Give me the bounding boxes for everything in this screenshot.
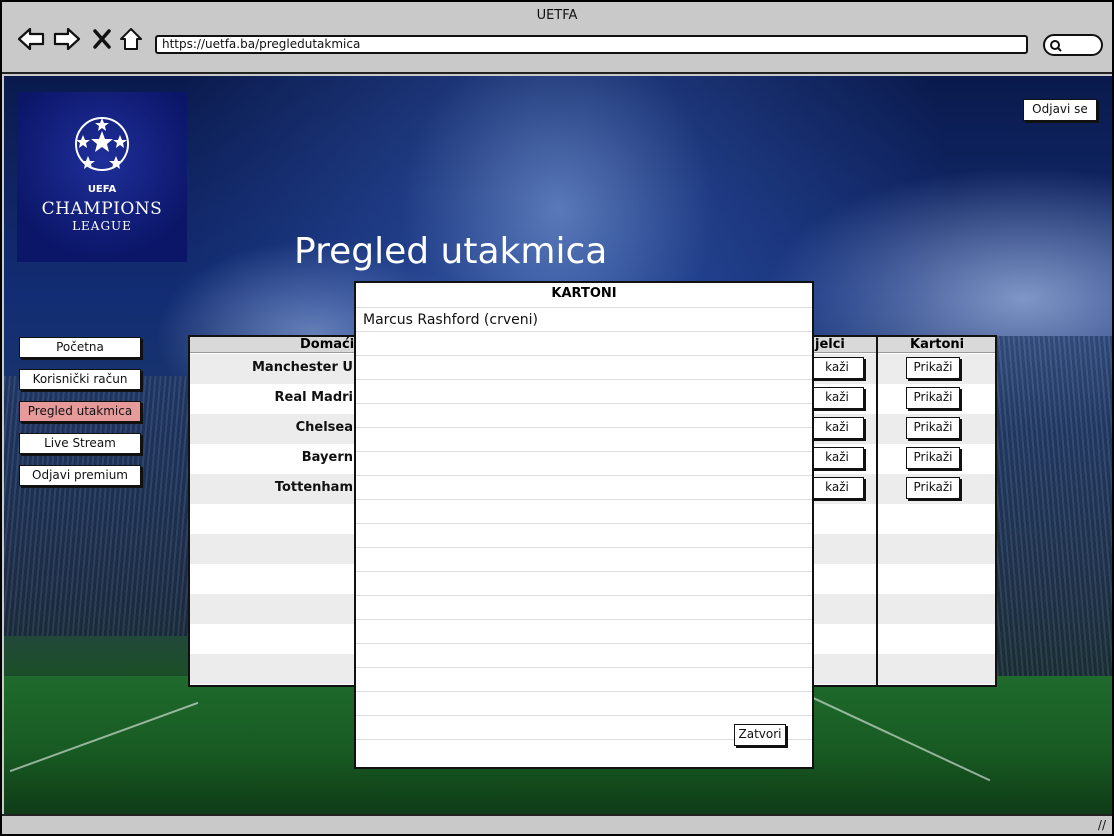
close-icon[interactable]: [90, 26, 114, 52]
show-cards-button[interactable]: Prikaži: [906, 387, 960, 409]
column-header-scorers: jelci: [815, 337, 845, 352]
browser-titlebar: UETFA https://uetfa.ba/pregledutakmica: [2, 2, 1112, 74]
modal-divider: [356, 379, 812, 380]
modal-divider: [356, 715, 812, 716]
show-cards-button[interactable]: Prikaži: [906, 477, 960, 499]
sidebar-item-match-overview[interactable]: Pregled utakmica: [19, 401, 141, 422]
modal-title: KARTONI: [551, 286, 617, 301]
home-team-cell: Real Madri: [274, 390, 353, 405]
modal-divider: [356, 475, 812, 476]
cards-modal: KARTONI Marcus Rashford (crveni) Zatvori: [354, 281, 814, 769]
logout-button[interactable]: Odjavi se: [1023, 99, 1097, 121]
sidebar-item-account[interactable]: Korisnički račun: [19, 369, 141, 390]
card-list-item: Marcus Rashford (crveni): [363, 312, 538, 328]
modal-divider: [356, 499, 812, 500]
close-modal-button[interactable]: Zatvori: [734, 724, 786, 746]
starball-icon: [75, 117, 129, 171]
champions-league-logo: UEFA CHAMPIONS LEAGUE: [17, 92, 187, 262]
modal-divider: [356, 619, 812, 620]
background-crowd-right: [982, 336, 1112, 676]
column-header-home: Domaći: [300, 337, 355, 352]
logo-league-text: LEAGUE: [72, 219, 132, 233]
modal-divider: [356, 403, 812, 404]
show-scorers-button[interactable]: kaži: [810, 477, 864, 499]
search-icon: [1050, 40, 1062, 52]
home-icon[interactable]: [118, 26, 144, 52]
modal-divider: [356, 691, 812, 692]
modal-divider: [356, 331, 812, 332]
modal-divider: [356, 451, 812, 452]
sidebar-item-home[interactable]: Početna: [19, 337, 141, 358]
modal-divider: [356, 643, 812, 644]
resize-grip-icon[interactable]: //: [1098, 818, 1106, 832]
modal-divider: [356, 667, 812, 668]
column-header-cards: Kartoni: [910, 337, 965, 352]
window-title: UETFA: [536, 8, 578, 23]
show-scorers-button[interactable]: kaži: [810, 357, 864, 379]
home-team-cell: Chelsea: [295, 420, 353, 435]
sidebar-item-cancel-premium[interactable]: Odjavi premium: [19, 465, 141, 486]
back-arrow-icon[interactable]: [16, 26, 46, 52]
modal-divider: [356, 307, 812, 308]
show-scorers-button[interactable]: kaži: [810, 387, 864, 409]
browser-status-bar: //: [2, 814, 1112, 834]
browser-search-field[interactable]: [1043, 34, 1103, 56]
logo-champions-text: CHAMPIONS: [41, 199, 163, 219]
modal-divider: [356, 427, 812, 428]
show-cards-button[interactable]: Prikaži: [906, 417, 960, 439]
address-bar[interactable]: https://uetfa.ba/pregledutakmica: [155, 35, 1028, 54]
sidebar-item-live-stream[interactable]: Live Stream: [19, 433, 141, 454]
home-team-cell: Tottenham: [274, 480, 353, 495]
column-divider: [876, 337, 878, 685]
page-content: UEFA CHAMPIONS LEAGUE Odjavi se Pregled …: [4, 76, 1112, 818]
page-title: Pregled utakmica: [294, 231, 608, 272]
browser-window: UETFA https://uetfa.ba/pregledutakmica U…: [0, 0, 1114, 836]
modal-divider: [356, 595, 812, 596]
show-scorers-button[interactable]: kaži: [810, 447, 864, 469]
modal-divider: [356, 547, 812, 548]
modal-divider: [356, 571, 812, 572]
show-scorers-button[interactable]: kaži: [810, 417, 864, 439]
home-team-cell: Bayern: [301, 450, 353, 465]
forward-arrow-icon[interactable]: [52, 26, 82, 52]
show-cards-button[interactable]: Prikaži: [906, 357, 960, 379]
modal-divider: [356, 355, 812, 356]
logo-uefa-text: UEFA: [87, 184, 117, 195]
show-cards-button[interactable]: Prikaži: [906, 447, 960, 469]
modal-divider: [356, 523, 812, 524]
home-team-cell: Manchester U: [251, 360, 353, 375]
